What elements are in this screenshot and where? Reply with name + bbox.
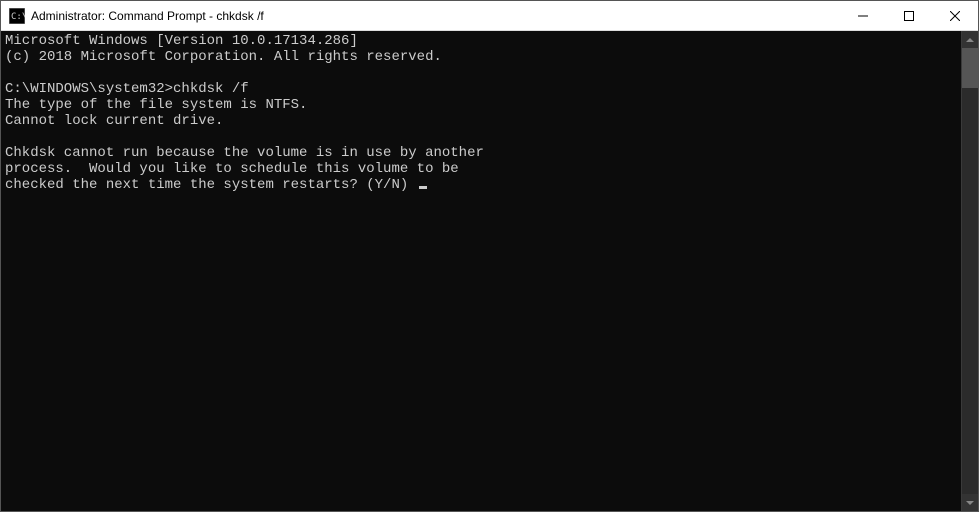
cmd-icon: C:\ — [9, 8, 25, 24]
maximize-button[interactable] — [886, 1, 932, 30]
minimize-button[interactable] — [840, 1, 886, 30]
terminal-area: Microsoft Windows [Version 10.0.17134.28… — [1, 31, 978, 511]
scroll-up-arrow[interactable] — [962, 31, 978, 48]
text-cursor — [419, 186, 427, 189]
close-button[interactable] — [932, 1, 978, 30]
svg-text:C:\: C:\ — [11, 12, 25, 22]
command-prompt-window: C:\ Administrator: Command Prompt - chkd… — [0, 0, 979, 512]
vertical-scrollbar[interactable] — [961, 31, 978, 511]
window-controls — [840, 1, 978, 30]
terminal-output[interactable]: Microsoft Windows [Version 10.0.17134.28… — [1, 31, 961, 511]
titlebar[interactable]: C:\ Administrator: Command Prompt - chkd… — [1, 1, 978, 31]
scroll-thumb[interactable] — [962, 48, 978, 88]
scroll-down-arrow[interactable] — [962, 494, 978, 511]
window-title: Administrator: Command Prompt - chkdsk /… — [31, 9, 840, 23]
